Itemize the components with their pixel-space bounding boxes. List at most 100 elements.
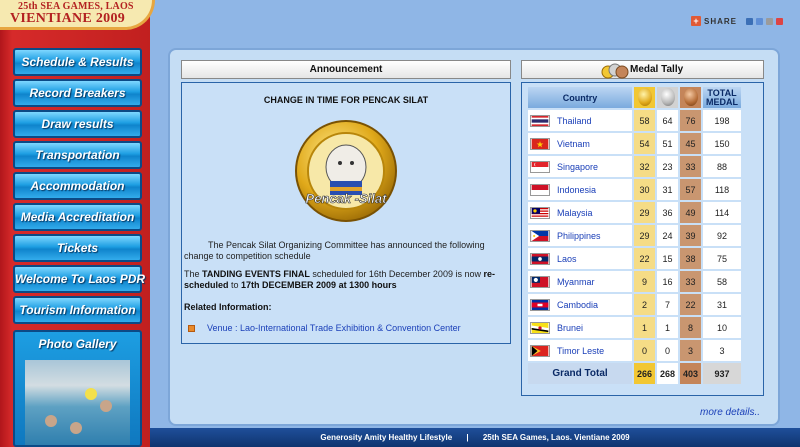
tally-row: Thailand 58 64 76 198 (528, 110, 741, 131)
more-details-link[interactable]: more details.. (700, 407, 760, 418)
gallery-photo[interactable] (25, 360, 130, 445)
silver-count: 1 (657, 317, 678, 338)
nav-transportation[interactable]: Transportation (13, 141, 142, 169)
tally-row: Cambodia 2 7 22 31 (528, 294, 741, 315)
total-count: 114 (703, 202, 741, 223)
country-link[interactable]: Brunei (557, 323, 583, 333)
silver-count: 23 (657, 156, 678, 177)
brunei-flag-icon (530, 321, 550, 334)
gold-count: 32 (634, 156, 655, 177)
nav-schedule-results[interactable]: Schedule & Results (13, 48, 142, 76)
sea-games-logo[interactable]: 25th SEA GAMES, LAOS VIENTIANE 2009 (0, 0, 155, 30)
gold-count: 9 (634, 271, 655, 292)
silver-count: 64 (657, 110, 678, 131)
country-link[interactable]: Philippines (557, 231, 601, 241)
nav-media-accreditation[interactable]: Media Accreditation (13, 203, 142, 231)
country-cell: Cambodia (528, 294, 632, 315)
nav-record-breakers[interactable]: Record Breakers (13, 79, 142, 107)
country-link[interactable]: Malaysia (557, 208, 593, 218)
bronze-count: 49 (680, 202, 701, 223)
tally-row: Brunei 1 1 8 10 (528, 317, 741, 338)
country-link[interactable]: Cambodia (557, 300, 598, 310)
silver-count: 15 (657, 248, 678, 269)
footer-event: 25th SEA Games, Laos. Vientiane 2009 (482, 433, 630, 442)
nav-draw-results[interactable]: Draw results (13, 110, 142, 138)
medal-logo-text: Pencak -Silat (306, 191, 388, 206)
photo-gallery[interactable]: Photo Gallery (13, 330, 142, 447)
gold-medal-icon (637, 87, 652, 106)
silver-count: 24 (657, 225, 678, 246)
water-polo-ball (85, 388, 97, 400)
nav-tickets[interactable]: Tickets (13, 234, 142, 262)
gold-count: 29 (634, 225, 655, 246)
philippines-flag-icon (530, 229, 550, 242)
total-count: 75 (703, 248, 741, 269)
tally-row: Malaysia 29 36 49 114 (528, 202, 741, 223)
nav-accommodation[interactable]: Accommodation (13, 172, 142, 200)
venue-link[interactable]: Venue : Lao-International Trade Exhibiti… (188, 323, 461, 333)
country-cell: Indonesia (528, 179, 632, 200)
tally-row: Indonesia 30 31 57 118 (528, 179, 741, 200)
bullet-icon (188, 324, 195, 332)
country-cell: Myanmar (528, 271, 632, 292)
country-cell: Malaysia (528, 202, 632, 223)
bronze-count: 8 (680, 317, 701, 338)
country-link[interactable]: Indonesia (557, 185, 596, 195)
share-service-icon[interactable] (756, 17, 764, 25)
country-link[interactable]: Vietnam (557, 139, 590, 149)
photo-gallery-title: Photo Gallery (38, 337, 117, 351)
gold-count: 54 (634, 133, 655, 154)
bronze-count: 76 (680, 110, 701, 131)
player-head (70, 422, 82, 434)
share-service-icon[interactable] (766, 17, 774, 25)
country-link[interactable]: Myanmar (557, 277, 595, 287)
column-bronze (680, 87, 701, 108)
related-information-label: Related Information: (184, 302, 272, 312)
gold-count: 0 (634, 340, 655, 361)
share-service-icon[interactable] (746, 17, 754, 25)
tally-row: Laos 22 15 38 75 (528, 248, 741, 269)
nav-welcome-laos[interactable]: Welcome To Laos PDR (13, 265, 145, 293)
column-total-line2: MEDAL (706, 96, 738, 107)
country-link[interactable]: Timor Leste (557, 346, 604, 356)
silver-count: 36 (657, 202, 678, 223)
announcement-body: CHANGE IN TIME FOR PENCAK SILAT Pencak -… (181, 82, 511, 344)
share-service-icon[interactable] (776, 17, 784, 25)
column-gold (634, 87, 655, 108)
silver-medal-icon (660, 87, 675, 106)
medal-tally-title: Medal Tally (630, 64, 684, 75)
indonesia-flag-icon (530, 183, 550, 196)
total-count: 92 (703, 225, 741, 246)
para2-text: scheduled for 16th December 2009 is now (309, 269, 484, 279)
timor-leste-flag-icon (530, 344, 550, 357)
bronze-count: 57 (680, 179, 701, 200)
total-count: 58 (703, 271, 741, 292)
tally-row: Myanmar 9 16 33 58 (528, 271, 741, 292)
tally-row: Philippines 29 24 39 92 (528, 225, 741, 246)
venue-link-text[interactable]: Venue : Lao-International Trade Exhibiti… (207, 323, 461, 333)
total-count: 198 (703, 110, 741, 131)
footer-slogan: Generosity Amity Healthy Lifestyle (320, 433, 453, 442)
medal-tally-header: Medal Tally (521, 60, 764, 79)
player-head (100, 400, 112, 412)
country-link[interactable]: Thailand (557, 116, 592, 126)
country-link[interactable]: Laos (557, 254, 577, 264)
country-link[interactable]: Singapore (557, 162, 598, 172)
vietnam-flag-icon (530, 137, 550, 150)
gold-count: 29 (634, 202, 655, 223)
pencak-silat-medal-icon: Pencak -Silat (295, 120, 397, 222)
medals-icon (601, 63, 629, 79)
bronze-count: 33 (680, 156, 701, 177)
malaysia-flag-icon (530, 206, 550, 219)
tally-row: Singapore 32 23 33 88 (528, 156, 741, 177)
silver-count: 51 (657, 133, 678, 154)
share-widget[interactable]: + SHARE (691, 15, 791, 27)
nav-tourism-information[interactable]: Tourism Information (13, 296, 142, 324)
bronze-count: 33 (680, 271, 701, 292)
share-plus-icon: + (691, 16, 701, 26)
bronze-count: 22 (680, 294, 701, 315)
footer-separator: | (466, 433, 469, 442)
medal-tally-panel: Country TOTAL MEDAL Thailand 58 64 76 198 Viet… (521, 82, 764, 396)
grand-total-gold: 266 (634, 363, 655, 384)
country-cell: Philippines (528, 225, 632, 246)
